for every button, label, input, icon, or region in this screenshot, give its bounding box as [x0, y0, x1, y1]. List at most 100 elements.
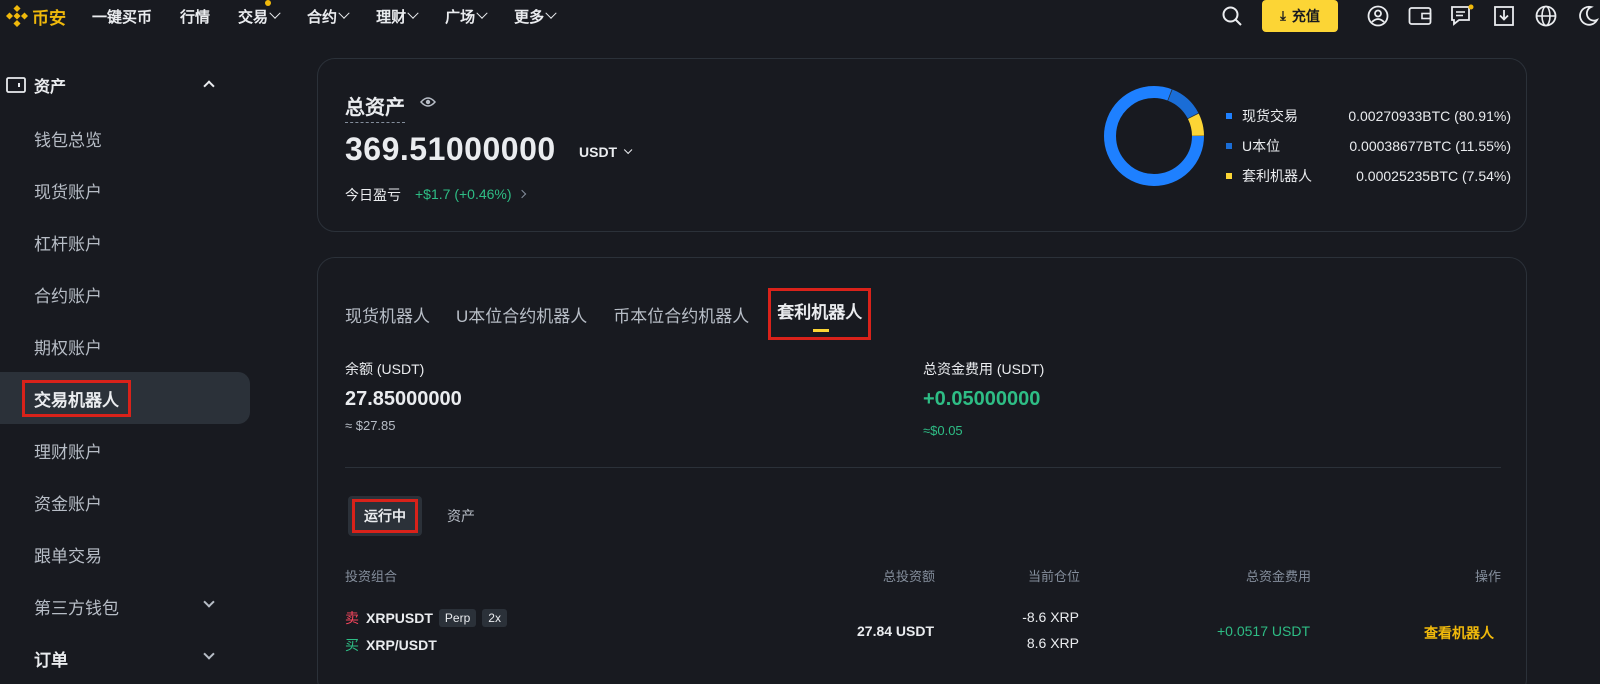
globe-icon [1535, 5, 1557, 27]
deposit-button-label: 充值 [1291, 8, 1320, 24]
column-header-total-funding-fee: 总资金费用 [1246, 569, 1312, 584]
today-pnl-value: +$1.7 (+0.46%) [415, 186, 512, 202]
tab-coinm-futures-bots[interactable]: 币本位合约机器人 [613, 302, 749, 327]
subtab-running[interactable]: 运行中 [348, 496, 422, 536]
chevron-down-icon [407, 7, 419, 19]
column-header-actions: 操作 [1475, 569, 1502, 584]
perp-badge: Perp [438, 609, 477, 627]
bot-type-tabs: 现货机器人 U本位合约机器人 币本位合约机器人 套利机器人 [345, 288, 897, 340]
download-app-button[interactable] [1492, 4, 1516, 28]
total-assets-value: 369.51000000 [345, 131, 556, 167]
nav-item-square[interactable]: 广场 [445, 6, 488, 27]
chevron-down-icon [545, 7, 557, 19]
notification-dot [265, 0, 272, 6]
sidebar-item-earn[interactable]: 理财账户 [0, 424, 250, 476]
sidebar-item-trading-bots[interactable]: 交易机器人 [0, 372, 250, 424]
language-button[interactable] [1534, 4, 1558, 28]
sidebar-item-margin[interactable]: 杠杆账户 [0, 216, 250, 268]
legend-marker [1226, 143, 1232, 149]
nav-item-earn[interactable]: 理财 [376, 6, 419, 27]
legend-label: U本位 [1242, 138, 1281, 154]
legend-label: 套利机器人 [1242, 168, 1312, 184]
download-arrow-icon: ⤓ [1280, 8, 1286, 23]
eye-icon[interactable] [420, 96, 436, 108]
nav-item-more[interactable]: 更多 [514, 6, 557, 27]
theme-toggle-button[interactable] [1576, 4, 1600, 28]
brand-name: 币安 [32, 8, 66, 28]
brand-logo[interactable]: 币安 [6, 4, 66, 29]
column-header-total-investment: 总投资额 [883, 569, 936, 584]
today-pnl-link[interactable]: +$1.7 (+0.46%) [415, 186, 526, 202]
tab-arbitrage-bots[interactable]: 套利机器人 [768, 288, 872, 340]
balance-value: 27.85000000 [345, 388, 462, 410]
nav-item-futures[interactable]: 合约 [307, 6, 350, 27]
profile-button[interactable] [1366, 4, 1390, 28]
sidebar-item-label: 第三方钱包 [34, 598, 119, 618]
download-icon [1494, 6, 1514, 26]
currency-label: USDT [579, 144, 618, 160]
sidebar-item-label: 期权账户 [34, 338, 102, 358]
chevron-down-icon [203, 596, 215, 608]
balance-usd-equivalent: ≈ $27.85 [345, 418, 396, 433]
column-header-portfolio: 投资组合 [345, 569, 398, 584]
chevron-down-icon [203, 648, 215, 660]
chevron-down-icon [269, 7, 281, 19]
sidebar-item-copy-trading[interactable]: 跟单交易 [0, 528, 250, 580]
nav-item-trade[interactable]: 交易 [238, 0, 281, 27]
nav-item-quick-buy[interactable]: 一键买币 [92, 6, 152, 27]
wallet-icon [1408, 7, 1432, 25]
tab-spot-bots[interactable]: 现货机器人 [345, 302, 430, 327]
sidebar-item-wallet-overview[interactable]: 钱包总览 [0, 112, 250, 164]
chevron-up-icon [203, 80, 215, 92]
total-assets-title[interactable]: 总资产 [345, 91, 405, 123]
sidebar-section-label: 资产 [34, 79, 67, 96]
allocation-legend: 现货交易 0.00270933BTC (80.91%) U本位 0.000386… [1226, 101, 1511, 191]
sidebar-item-label: 杠杆账户 [34, 234, 102, 254]
search-button[interactable] [1220, 4, 1244, 28]
buy-leg: 买 XRP/USDT [345, 635, 437, 655]
wallet-icon [6, 77, 26, 93]
nav-item-label: 更多 [514, 8, 545, 26]
tab-usdm-futures-bots[interactable]: U本位合约机器人 [456, 302, 587, 327]
sidebar-item-label: 交易机器人 [22, 379, 131, 417]
nav-item-label: 行情 [180, 8, 211, 26]
deposit-button[interactable]: ⤓ 充值 [1262, 0, 1338, 32]
position-spot: 8.6 XRP [1026, 635, 1079, 651]
messages-button[interactable] [1450, 4, 1474, 28]
subtab-assets[interactable]: 资产 [447, 506, 475, 526]
sidebar-section-assets[interactable]: 资产 [0, 58, 250, 112]
chevron-down-icon [338, 7, 350, 19]
nav-item-label: 交易 [238, 8, 269, 26]
sidebar-item-futures[interactable]: 合约账户 [0, 268, 250, 320]
currency-selector[interactable]: USDT [579, 144, 633, 160]
wallet-button[interactable] [1408, 4, 1432, 28]
legend-value: 0.00025235BTC (7.54%) [1356, 168, 1511, 184]
top-navigation: 币安 一键买币 行情 交易 合约 理财 广场 更多 ⤓ 充值 [0, 0, 1600, 32]
legend-row-usdm: U本位 0.00038677BTC (11.55%) [1226, 131, 1511, 161]
sidebar-item-label: 理财账户 [34, 442, 102, 462]
legend-label: 现货交易 [1242, 108, 1298, 124]
sidebar-item-spot[interactable]: 现货账户 [0, 164, 250, 216]
total-assets-card: 总资产 369.51000000 USDT 今日盈亏 +$1.7 (+0.46%… [317, 58, 1527, 232]
sidebar-item-funding[interactable]: 资金账户 [0, 476, 250, 528]
sidebar-item-label: 钱包总览 [34, 130, 102, 150]
view-bot-link[interactable]: 查看机器人 [1424, 623, 1494, 643]
tab-label: 套利机器人 [777, 303, 863, 322]
sidebar-item-label: 订单 [34, 650, 68, 670]
total-funding-fee-label: 总资金费用 (USDT) [923, 361, 1045, 377]
nav-item-markets[interactable]: 行情 [180, 6, 210, 27]
column-header-current-position: 当前仓位 [1028, 569, 1081, 584]
buy-pair: XRP/USDT [366, 637, 437, 653]
legend-marker [1226, 113, 1232, 119]
legend-row-spot: 现货交易 0.00270933BTC (80.91%) [1226, 101, 1511, 131]
user-icon [1367, 5, 1389, 27]
subtab-running-label: 运行中 [352, 499, 418, 533]
active-tab-indicator [813, 329, 830, 332]
legend-value: 0.00038677BTC (11.55%) [1349, 138, 1511, 154]
sidebar-item-orders[interactable]: 订单 [0, 632, 250, 684]
sidebar-item-third-party-wallet[interactable]: 第三方钱包 [0, 580, 250, 632]
search-icon [1222, 6, 1242, 26]
sidebar-item-options[interactable]: 期权账户 [0, 320, 250, 372]
message-icon [1451, 4, 1474, 26]
sidebar-item-label: 跟单交易 [34, 546, 102, 566]
